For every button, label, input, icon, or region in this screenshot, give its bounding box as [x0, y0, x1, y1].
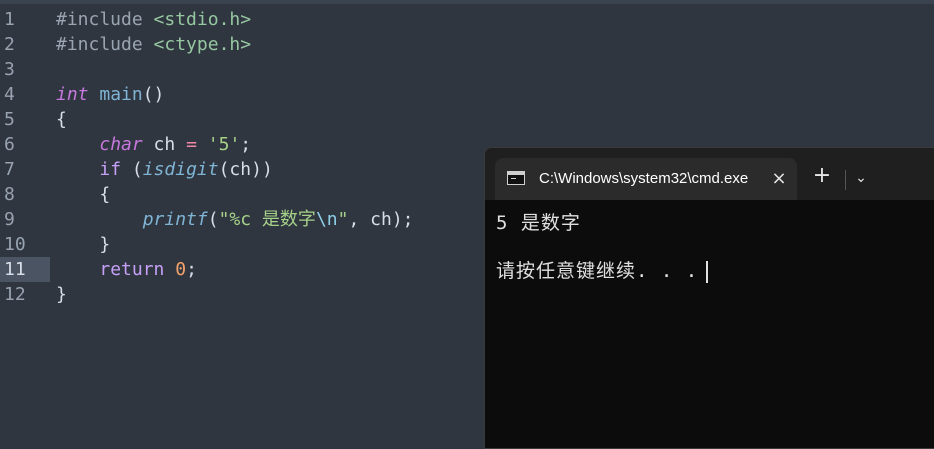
- line-number: 1: [4, 9, 15, 30]
- brace: {: [99, 184, 111, 205]
- brace: }: [56, 284, 67, 305]
- semicolon: ;: [240, 134, 252, 155]
- line-number-active: 11: [0, 257, 50, 282]
- text-cursor: [706, 260, 709, 283]
- brace: }: [99, 234, 111, 255]
- line-number-gutter: 1 2 3 4 5 6 7 8 9 10 11 12: [0, 7, 50, 307]
- code-line-1: #include <stdio.h>: [56, 7, 934, 32]
- line-number: 10: [4, 234, 26, 255]
- keyword: return: [99, 259, 165, 280]
- terminal-window[interactable]: C:\Windows\system32\cmd.exe × + ⌄ 5 是数字 …: [484, 147, 934, 449]
- output-line: 请按任意键继续. . .: [496, 256, 709, 283]
- char-literal: '5': [207, 134, 241, 155]
- line-number: 6: [4, 134, 15, 155]
- function-call: printf: [142, 209, 208, 230]
- output-text: 请按任意键继续. . .: [496, 260, 699, 282]
- editor-top-border: [0, 0, 934, 4]
- function-name: main: [99, 84, 143, 105]
- chevron-down-icon[interactable]: ⌄: [849, 166, 873, 190]
- escape-sequence: \n: [315, 209, 338, 230]
- open-paren: (: [207, 209, 219, 230]
- new-tab-icon[interactable]: +: [810, 164, 834, 188]
- line-number: 2: [4, 34, 15, 55]
- variable: ch: [142, 134, 187, 155]
- operator: =: [186, 134, 197, 155]
- titlebar-divider: [845, 170, 846, 190]
- close-icon[interactable]: ×: [767, 167, 791, 191]
- output-line: 5 是数字: [496, 208, 581, 235]
- type-keyword: int: [56, 84, 89, 105]
- parens: (): [142, 84, 165, 105]
- brace: {: [56, 109, 67, 130]
- code-line-5: {: [56, 107, 934, 132]
- line-number: 5: [4, 109, 15, 130]
- terminal-titlebar[interactable]: C:\Windows\system32\cmd.exe × + ⌄: [485, 148, 934, 200]
- number-literal: 0: [175, 259, 187, 280]
- output-text: 5 是数字: [496, 212, 581, 234]
- include-header: <stdio.h>: [153, 9, 252, 30]
- terminal-tab[interactable]: C:\Windows\system32\cmd.exe ×: [495, 158, 797, 200]
- string-literal: "%c 是数字: [218, 209, 316, 230]
- line-number: 3: [4, 59, 15, 80]
- line-number: 9: [4, 209, 15, 230]
- line-number: 7: [4, 159, 15, 180]
- include-header: <ctype.h>: [153, 34, 252, 55]
- line-number: 4: [4, 84, 15, 105]
- call-rest: , ch);: [348, 209, 414, 230]
- preprocessor-directive: #include: [56, 9, 143, 30]
- code-line-4: int main(): [56, 82, 934, 107]
- arguments: (ch)): [218, 159, 273, 180]
- code-line-2: #include <ctype.h>: [56, 32, 934, 57]
- function-call: isdigit: [142, 159, 219, 180]
- type-keyword: char: [99, 134, 143, 155]
- cmd-icon: [507, 171, 525, 185]
- open-paren: (: [121, 159, 143, 180]
- preprocessor-directive: #include: [56, 34, 143, 55]
- line-number: 8: [4, 184, 15, 205]
- line-number: 12: [4, 284, 26, 305]
- terminal-tab-title: C:\Windows\system32\cmd.exe: [539, 170, 749, 187]
- semicolon: ;: [186, 259, 197, 280]
- terminal-output[interactable]: 5 是数字 请按任意键继续. . .: [485, 200, 934, 448]
- string-literal-end: ": [337, 209, 349, 230]
- keyword: if: [99, 159, 122, 180]
